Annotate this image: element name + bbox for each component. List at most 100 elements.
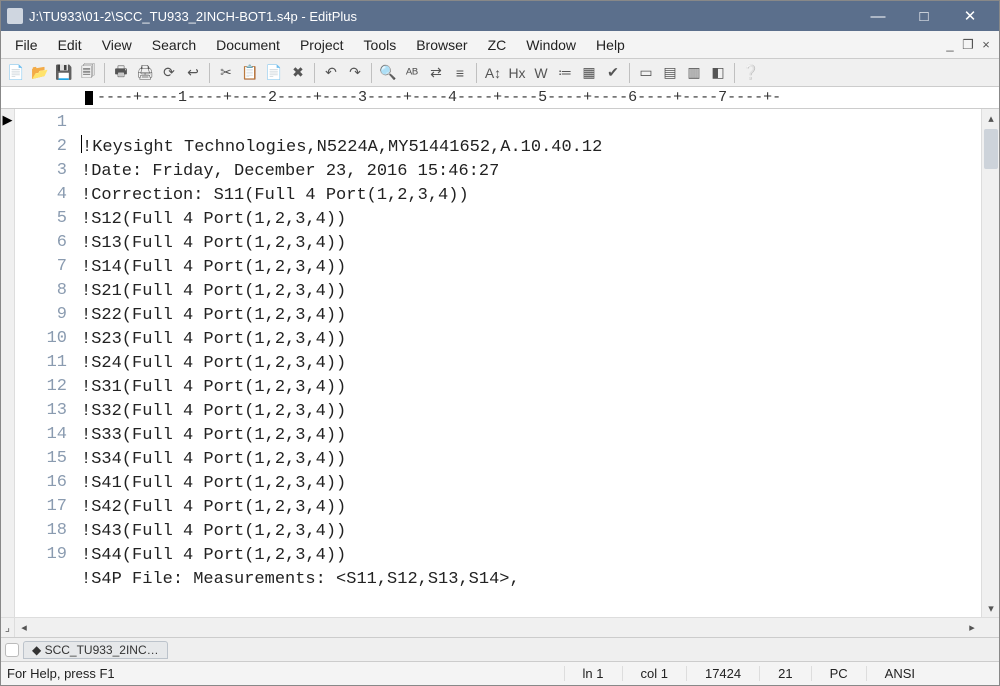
status-chars: 17424	[686, 666, 759, 681]
mdi-restore-button[interactable]: ❐	[959, 37, 977, 53]
line-number: 4	[15, 183, 67, 207]
ruler: ----+----1----+----2----+----3----+----4…	[1, 87, 999, 109]
line-number: 1	[15, 111, 67, 135]
line-number: 17	[15, 495, 67, 519]
panel2-icon[interactable]: ▤	[659, 62, 681, 84]
list-icon[interactable]: ≔	[554, 62, 576, 84]
code-line: !S4P File: Measurements: <S11,S12,S13,S1…	[81, 570, 520, 589]
wordwrap-icon[interactable]: W	[530, 62, 552, 84]
line-number-gutter: 1 2 3 4 5 6 7 8 9 10 11 12 13 14 15 16 1…	[15, 109, 73, 617]
line-number: 18	[15, 519, 67, 543]
redo-icon[interactable]: ↷	[344, 62, 366, 84]
line-number: 6	[15, 231, 67, 255]
menu-zc[interactable]: ZC	[478, 34, 517, 56]
status-column: col 1	[622, 666, 686, 681]
menu-help[interactable]: Help	[586, 34, 635, 56]
bookmark-icon: ▶	[1, 109, 14, 128]
cut-icon[interactable]: ✂	[215, 62, 237, 84]
open-file-icon[interactable]: 📂	[29, 62, 51, 84]
maximize-button[interactable]: □	[901, 1, 947, 31]
line-number: 8	[15, 279, 67, 303]
reload-icon[interactable]: ⟳	[158, 62, 180, 84]
split-handle-icon[interactable]: ⌟	[1, 618, 15, 637]
undo-icon[interactable]: ↶	[320, 62, 342, 84]
code-editor[interactable]: !Keysight Technologies,N5224A,MY51441652…	[73, 109, 981, 617]
menu-document[interactable]: Document	[206, 34, 290, 56]
line-number: 9	[15, 303, 67, 327]
delete-icon[interactable]: ✖	[287, 62, 309, 84]
document-tab-active[interactable]: ◆ SCC_TU933_2INC…	[23, 641, 168, 659]
help-icon[interactable]: ❔	[740, 62, 762, 84]
code-line: !S21(Full 4 Port(1,2,3,4))	[81, 282, 346, 301]
horizontal-scrollbar[interactable]: ⌟ ◂ ▸	[1, 617, 999, 637]
code-line: !S31(Full 4 Port(1,2,3,4))	[81, 378, 346, 397]
mdi-close-button[interactable]: ×	[977, 37, 995, 52]
line-number: 5	[15, 207, 67, 231]
menu-edit[interactable]: Edit	[48, 34, 92, 56]
ruler-caret-icon	[85, 91, 93, 105]
copy-icon[interactable]: 📋	[239, 62, 261, 84]
panel3-icon[interactable]: ▥	[683, 62, 705, 84]
undo-typing-icon[interactable]: ↩	[182, 62, 204, 84]
line-number: 2	[15, 135, 67, 159]
save-icon[interactable]: 💾	[53, 62, 75, 84]
scroll-right-icon[interactable]: ▸	[963, 621, 981, 634]
code-line: !S41(Full 4 Port(1,2,3,4))	[81, 474, 346, 493]
hex-icon[interactable]: Hx	[506, 62, 528, 84]
panel4-icon[interactable]: ◧	[707, 62, 729, 84]
scroll-up-icon[interactable]: ▴	[982, 109, 999, 127]
menu-project[interactable]: Project	[290, 34, 354, 56]
menu-tools[interactable]: Tools	[354, 34, 407, 56]
code-line: !S12(Full 4 Port(1,2,3,4))	[81, 210, 346, 229]
menu-view[interactable]: View	[92, 34, 142, 56]
line-number: 13	[15, 399, 67, 423]
code-line: !S22(Full 4 Port(1,2,3,4))	[81, 306, 346, 325]
close-button[interactable]: ✕	[947, 1, 993, 31]
grid-icon[interactable]: ▦	[578, 62, 600, 84]
minimize-button[interactable]: —	[855, 1, 901, 31]
line-number: 12	[15, 375, 67, 399]
menu-window[interactable]: Window	[516, 34, 586, 56]
scroll-down-icon[interactable]: ▾	[982, 599, 999, 617]
vertical-scrollbar[interactable]: ▴ ▾	[981, 109, 999, 617]
titlebar: J:\TU933\01-2\SCC_TU933_2INCH-BOT1.s4p -…	[1, 1, 999, 31]
line-number: 3	[15, 159, 67, 183]
status-hint: For Help, press F1	[7, 666, 347, 681]
code-line: !S33(Full 4 Port(1,2,3,4))	[81, 426, 346, 445]
hscroll-track[interactable]	[33, 623, 963, 633]
spellcheck-icon[interactable]: ✔	[602, 62, 624, 84]
app-icon	[7, 8, 23, 24]
save-all-icon[interactable]: 🗐	[77, 62, 99, 84]
code-line: !Correction: S11(Full 4 Port(1,2,3,4))	[81, 186, 469, 205]
find-icon[interactable]: 🔍	[377, 62, 399, 84]
tab-list-button[interactable]	[5, 643, 19, 657]
replace-icon[interactable]: ᴬᴮ	[401, 62, 423, 84]
code-line: !S42(Full 4 Port(1,2,3,4))	[81, 498, 346, 517]
mdi-minimize-button[interactable]: _	[941, 37, 959, 52]
new-file-icon[interactable]: 📄	[5, 62, 27, 84]
line-number: 16	[15, 471, 67, 495]
print-preview-icon[interactable]: 🖨	[134, 62, 156, 84]
code-line: !S23(Full 4 Port(1,2,3,4))	[81, 330, 346, 349]
paste-icon[interactable]: 📄	[263, 62, 285, 84]
code-line: !S44(Full 4 Port(1,2,3,4))	[81, 546, 346, 565]
window-title: J:\TU933\01-2\SCC_TU933_2INCH-BOT1.s4p -…	[29, 9, 855, 24]
menu-file[interactable]: File	[5, 34, 48, 56]
status-line: ln 1	[564, 666, 622, 681]
marker-gutter: ▶	[1, 109, 15, 617]
code-line: !S43(Full 4 Port(1,2,3,4))	[81, 522, 346, 541]
menubar: File Edit View Search Document Project T…	[1, 31, 999, 59]
menu-browser[interactable]: Browser	[406, 34, 477, 56]
panel1-icon[interactable]: ▭	[635, 62, 657, 84]
font-size-icon[interactable]: A↕	[482, 62, 504, 84]
goto-icon[interactable]: ⇄	[425, 62, 447, 84]
scroll-left-icon[interactable]: ◂	[15, 621, 33, 634]
print-icon[interactable]: 🖶	[110, 62, 132, 84]
document-tabstrip: ◆ SCC_TU933_2INC…	[1, 637, 999, 661]
indent-icon[interactable]: ≡	[449, 62, 471, 84]
status-encoding: ANSI	[866, 666, 933, 681]
scroll-thumb[interactable]	[984, 129, 998, 169]
code-line: !S32(Full 4 Port(1,2,3,4))	[81, 402, 346, 421]
menu-search[interactable]: Search	[142, 34, 206, 56]
app-window: J:\TU933\01-2\SCC_TU933_2INCH-BOT1.s4p -…	[0, 0, 1000, 686]
